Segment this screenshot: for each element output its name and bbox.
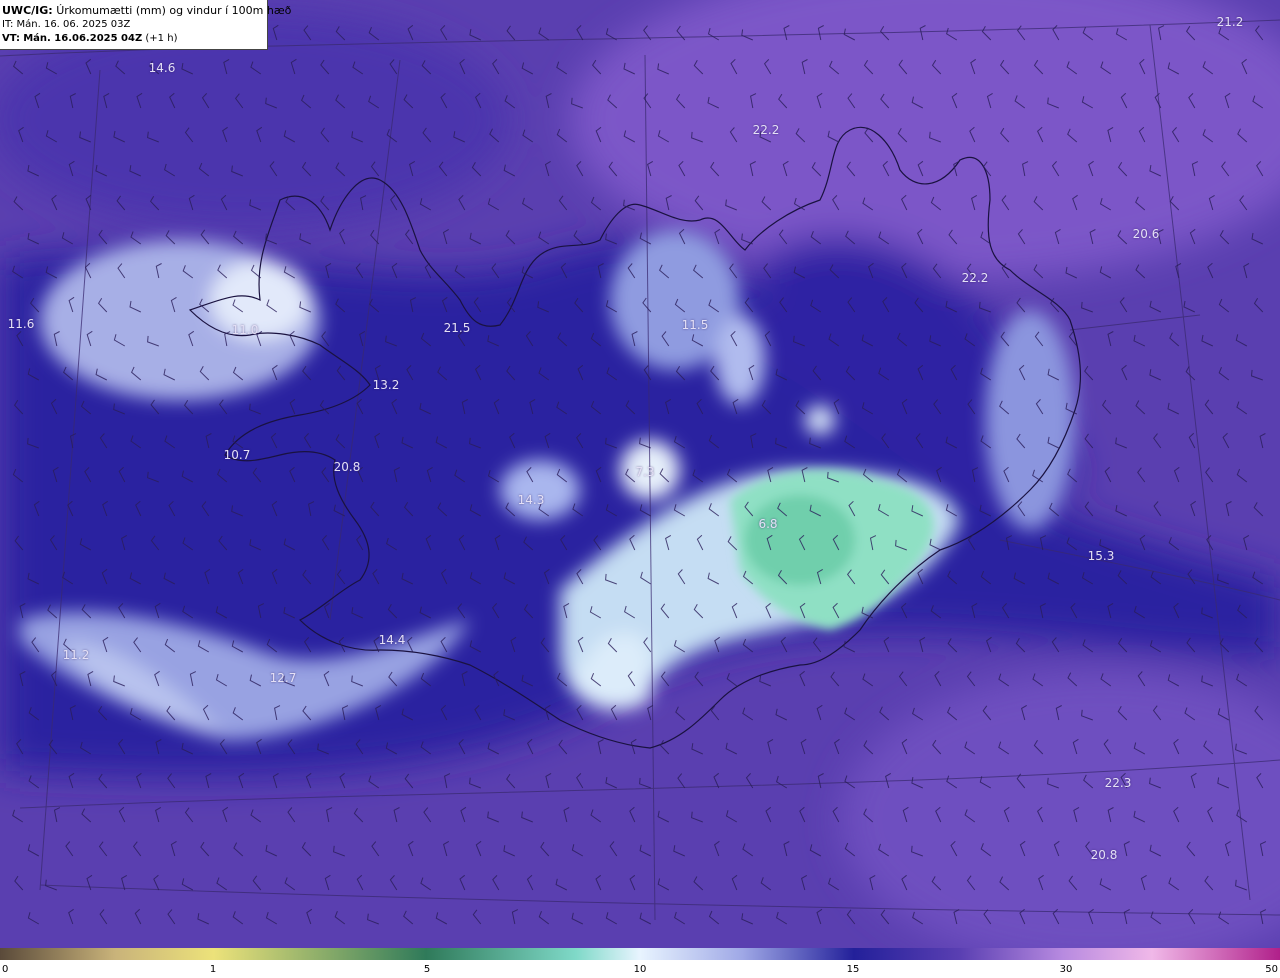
value-label: 14.4 <box>378 633 406 647</box>
colorbar-ticks: 0 1 5 10 15 30 50 <box>0 960 1280 978</box>
valid-time: Mán. 16.06.2025 04Z <box>23 33 143 44</box>
colorbar <box>0 948 1280 960</box>
issue-time: IT: Mán. 16. 06. 2025 03Z <box>2 19 131 30</box>
value-label: 11.0 <box>231 323 259 337</box>
valid-prefix: VT: <box>2 33 21 44</box>
colorbar-tick-label: 15 <box>846 964 860 975</box>
value-label: 14.3 <box>517 493 545 507</box>
value-label: 11.2 <box>62 648 90 662</box>
colorbar-tick-label: 50 <box>1265 964 1278 975</box>
info-box: UWC/IG: Úrkomumætti (mm) og vindur í 100… <box>0 0 291 50</box>
colorbar-gradient <box>0 948 1280 960</box>
colorbar-tick-label: 10 <box>633 964 647 975</box>
weather-map: 21.2 14.6 22.2 20.6 22.2 11.6 11.0 21.5 11.5 13.2… <box>0 0 1280 948</box>
value-label: 10.7 <box>223 448 251 462</box>
value-label: 7.3 <box>635 465 655 479</box>
valid-offset: (+1 h) <box>145 33 178 44</box>
value-label: 22.2 <box>961 271 989 285</box>
product-line: UWC/IG: Úrkomumætti (mm) og vindur í 100… <box>2 3 291 18</box>
product-code: UWC/IG: <box>2 4 53 17</box>
value-label: 22.2 <box>752 123 780 137</box>
value-label: 12.7 <box>269 671 297 685</box>
value-label: 6.8 <box>758 517 778 531</box>
colorbar-tick-label: 0 <box>2 964 9 975</box>
value-label: 13.2 <box>372 378 400 392</box>
value-label: 11.5 <box>681 318 709 332</box>
value-label: 14.6 <box>148 61 176 75</box>
product-description: Úrkomumætti (mm) og vindur í 100m hæð <box>56 4 292 17</box>
value-label: 11.6 <box>7 317 35 331</box>
value-label: 15.3 <box>1087 549 1115 563</box>
value-label: 20.8 <box>333 460 361 474</box>
valid-time-line: VT: Mán. 16.06.2025 04Z (+1 h) <box>2 32 267 46</box>
value-label: 20.8 <box>1090 848 1118 862</box>
colorbar-tick-label: 1 <box>209 964 217 975</box>
value-label: 22.3 <box>1104 776 1132 790</box>
colorbar-tick-label: 30 <box>1059 964 1073 975</box>
value-label: 20.6 <box>1132 227 1160 241</box>
value-label: 21.2 <box>1216 15 1244 29</box>
colorbar-tick-label: 5 <box>423 964 431 975</box>
value-label: 21.5 <box>443 321 471 335</box>
